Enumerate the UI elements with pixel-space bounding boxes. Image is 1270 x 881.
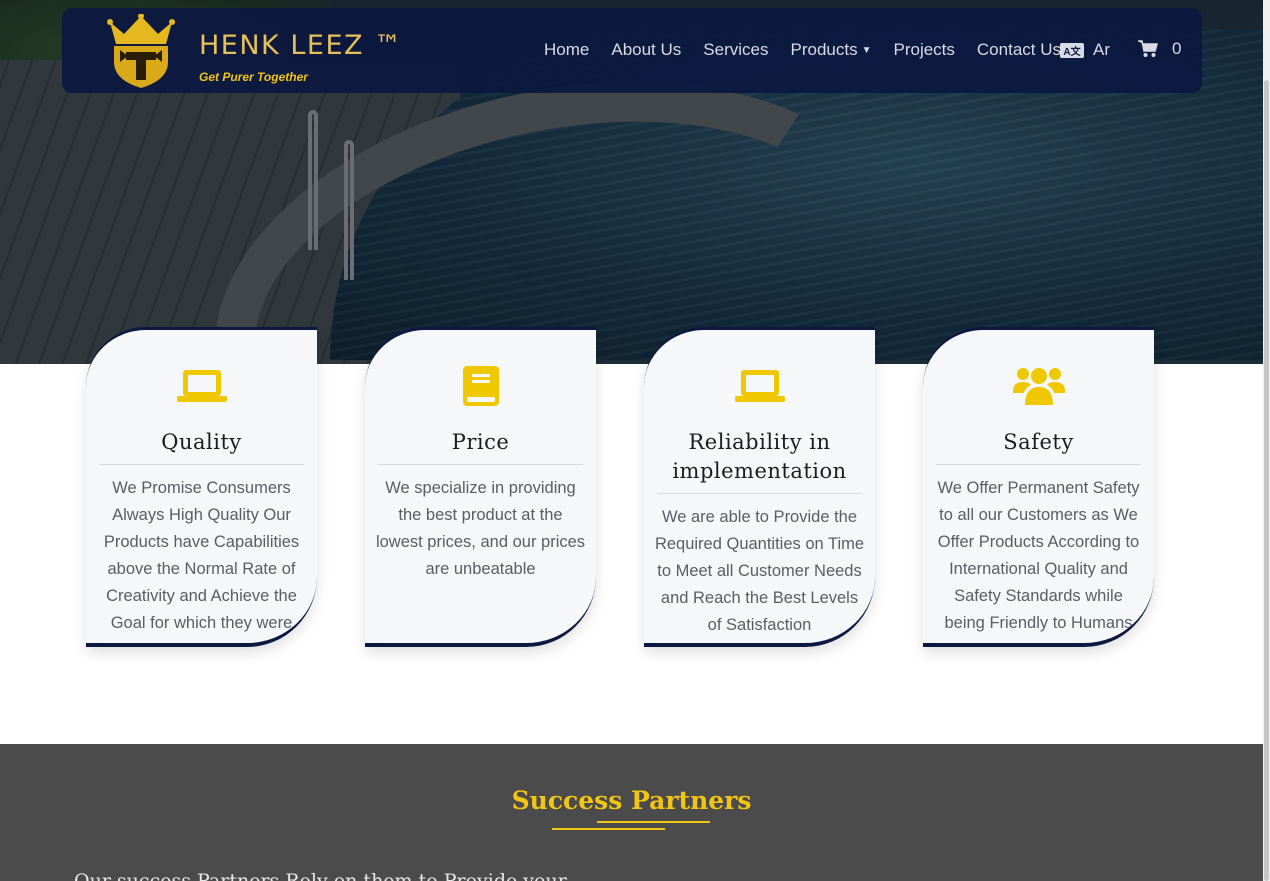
feature-card-reliability: Reliability in implementation We are abl… bbox=[644, 327, 875, 647]
nav-home[interactable]: Home bbox=[544, 40, 589, 60]
divider bbox=[99, 464, 304, 465]
feature-card-quality: Quality We Promise Consumers Always High… bbox=[86, 327, 317, 647]
feature-title: Quality bbox=[161, 430, 242, 454]
language-label: Ar bbox=[1093, 40, 1110, 59]
divider bbox=[657, 493, 862, 494]
nav-products[interactable]: Products ▼ bbox=[790, 40, 871, 60]
feature-text: We specialize in providing the best prod… bbox=[375, 479, 586, 578]
divider bbox=[378, 464, 583, 465]
top-navbar: HENK LEEZ ™ Get Purer Together Home Abou… bbox=[62, 8, 1202, 93]
feature-title: Safety bbox=[1003, 430, 1074, 454]
brand-name[interactable]: HENK LEEZ ™ bbox=[199, 30, 403, 61]
nav-contact-us[interactable]: Contact Us bbox=[977, 40, 1061, 60]
cart-button[interactable]: 0 bbox=[1138, 39, 1181, 59]
partners-section: Success Partners Our success Partners Re… bbox=[0, 744, 1263, 881]
feature-text: We Offer Permanent Safety to all our Cus… bbox=[937, 479, 1140, 632]
scrollbar-thumb[interactable] bbox=[1264, 80, 1269, 881]
feature-title: Reliability in implementation bbox=[672, 430, 847, 483]
book-icon bbox=[462, 366, 499, 406]
nav-projects[interactable]: Projects bbox=[893, 40, 954, 60]
nav-services[interactable]: Services bbox=[703, 40, 768, 60]
language-icon: A文 bbox=[1060, 42, 1084, 58]
title-underline bbox=[552, 828, 665, 830]
cart-count: 0 bbox=[1172, 39, 1182, 58]
brand-logo[interactable] bbox=[106, 14, 176, 88]
laptop-icon bbox=[176, 370, 227, 402]
title-underline bbox=[597, 821, 710, 823]
main-nav: Home About Us Services Products ▼ Project… bbox=[544, 40, 1083, 60]
users-icon bbox=[1012, 368, 1065, 405]
feature-title: Price bbox=[451, 430, 510, 454]
language-switch[interactable]: A文 Ar bbox=[1060, 40, 1110, 60]
brand-tagline: Get Purer Together bbox=[199, 70, 308, 84]
feature-text: We are able to Provide the Required Quan… bbox=[654, 508, 865, 634]
partners-intro: Our success Partners Rely on them to Pro… bbox=[74, 870, 567, 881]
nav-products-label: Products bbox=[790, 40, 858, 59]
cart-icon bbox=[1138, 40, 1158, 57]
caret-down-icon: ▼ bbox=[861, 45, 872, 56]
feature-text: We Promise Consumers Always High Quality… bbox=[103, 479, 300, 632]
feature-card-safety: Safety We Offer Permanent Safety to all … bbox=[923, 327, 1154, 647]
feature-card-price: Price We specialize in providing the bes… bbox=[365, 327, 596, 647]
divider bbox=[936, 464, 1141, 465]
laptop-icon bbox=[734, 370, 785, 402]
nav-about-us[interactable]: About Us bbox=[611, 40, 681, 60]
section-title: Success Partners bbox=[511, 786, 752, 815]
page-scrollbar[interactable] bbox=[1263, 0, 1270, 881]
